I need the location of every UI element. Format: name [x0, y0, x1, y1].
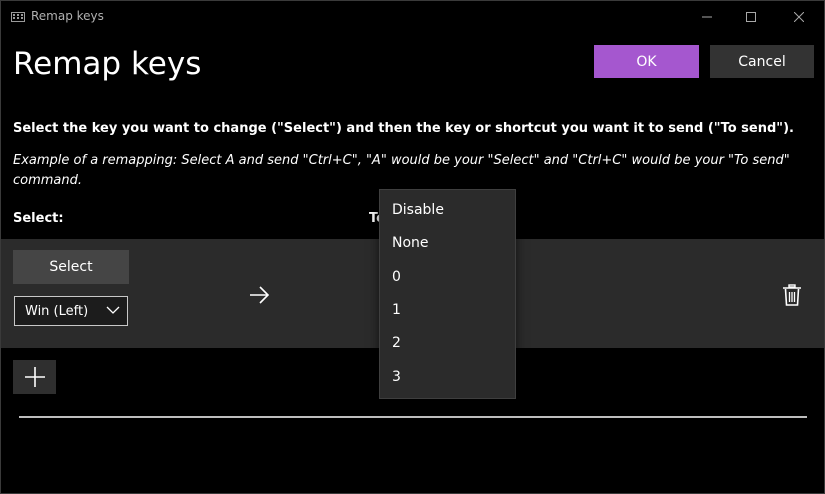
option-1[interactable]: 1	[380, 294, 515, 327]
option-disable[interactable]: Disable	[380, 194, 515, 227]
window-title: Remap keys	[31, 9, 104, 23]
example-text: Example of a remapping: Select A and sen…	[13, 153, 790, 188]
original-key-dropdown[interactable]: Win (Left)	[14, 296, 128, 326]
option-2[interactable]: 2	[380, 327, 515, 360]
option-none[interactable]: None	[380, 227, 515, 260]
title-bar: Remap keys	[1, 1, 824, 33]
arrow-right-icon	[250, 286, 270, 304]
close-icon	[794, 12, 804, 22]
divider	[19, 416, 807, 418]
ok-button[interactable]: OK	[594, 45, 699, 78]
select-key-button[interactable]: Select	[13, 250, 129, 284]
selected-key-value: Win (Left)	[25, 304, 89, 319]
add-mapping-button[interactable]	[13, 360, 56, 394]
plus-icon	[24, 367, 45, 387]
option-0[interactable]: 0	[380, 261, 515, 294]
maximize-icon	[746, 12, 756, 22]
minimize-button[interactable]	[684, 1, 730, 33]
maximize-button[interactable]	[728, 1, 774, 33]
select-column-header: Select:	[13, 211, 64, 226]
key-options-popup: Disable None 0 1 2 3	[379, 189, 516, 399]
cancel-button[interactable]: Cancel	[710, 45, 814, 78]
option-3[interactable]: 3	[380, 361, 515, 394]
page-title: Remap keys	[13, 46, 202, 82]
remap-keys-window: Remap keys Remap keys OK Cancel Select t…	[0, 0, 825, 494]
chevron-down-icon	[106, 306, 120, 314]
keyboard-icon	[11, 12, 25, 22]
close-button[interactable]	[776, 1, 822, 33]
trash-icon[interactable]	[783, 284, 801, 306]
minimize-icon	[702, 16, 712, 18]
instruction-text: Select the key you want to change ("Sele…	[13, 121, 794, 136]
